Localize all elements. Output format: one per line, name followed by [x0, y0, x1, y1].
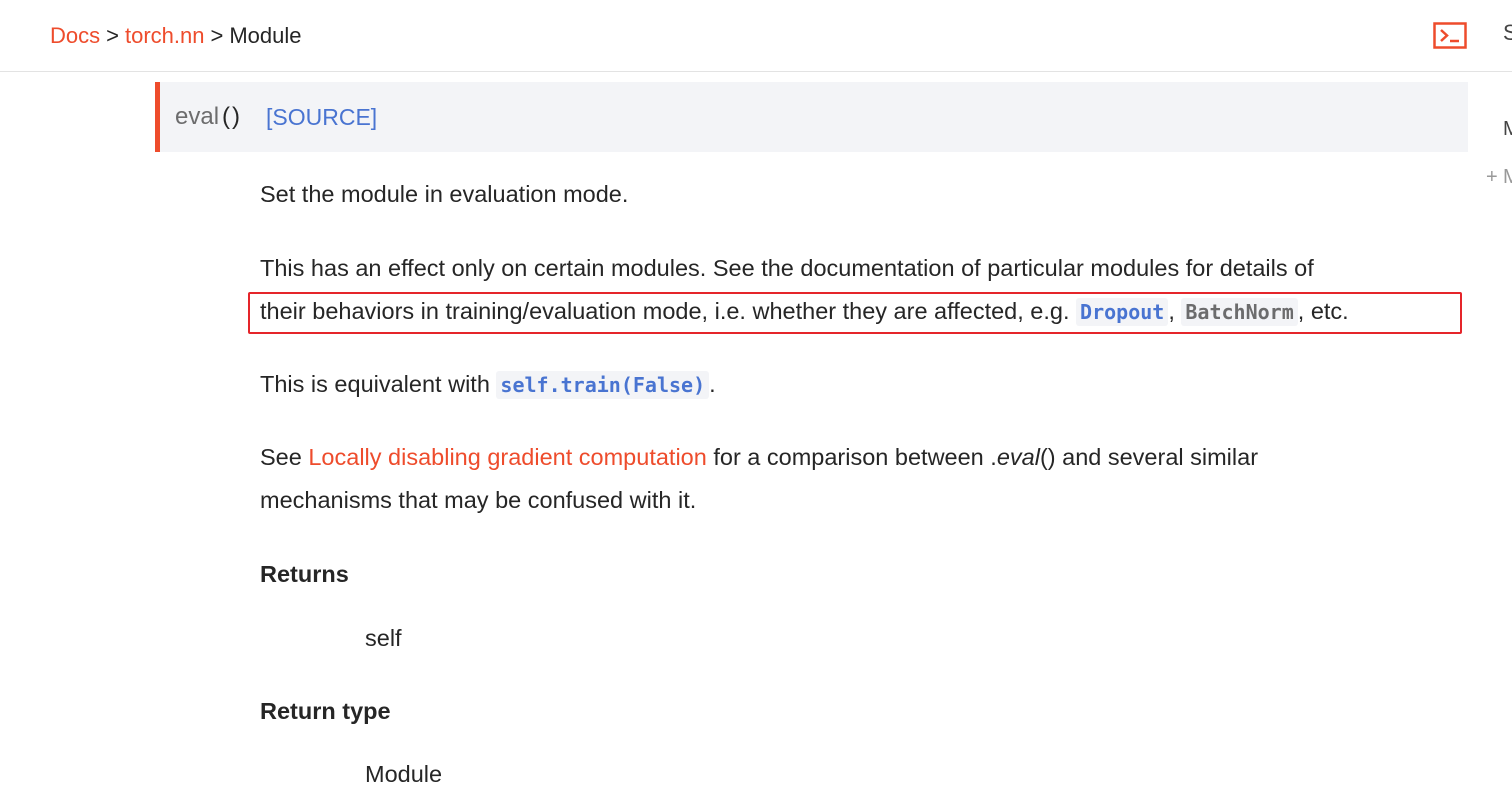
breadcrumb-separator: >: [106, 23, 119, 48]
right-toc-item[interactable]: M: [1503, 118, 1512, 141]
see-also-paragraph: See Locally disabling gradient computati…: [260, 436, 1460, 522]
self-train-code-link[interactable]: self.train(False): [496, 371, 710, 399]
period-text: .: [709, 371, 716, 397]
eval-emphasis: eval: [996, 444, 1040, 470]
method-summary: Set the module in evaluation mode.: [260, 181, 629, 207]
page: Docs > torch.nn > Module S M + M eval() [SOU…: [0, 0, 1512, 800]
mechanisms-text: mechanisms that may be confused with it.: [260, 487, 697, 513]
return-type-label: Return type: [260, 698, 391, 724]
top-header: Docs > torch.nn > Module S: [0, 0, 1512, 72]
source-link[interactable]: [SOURCE]: [266, 102, 377, 132]
method-parens: (): [222, 103, 243, 130]
breadcrumb-torch-nn-link[interactable]: torch.nn: [125, 23, 205, 48]
equivalent-text: This is equivalent with: [260, 371, 490, 397]
effect-line-1: This has an effect only on certain modul…: [260, 255, 1314, 281]
similar-text: () and several similar: [1039, 444, 1259, 470]
right-toc-item[interactable]: M: [1503, 166, 1512, 189]
see-text: See: [260, 444, 302, 470]
equivalent-paragraph: This is equivalent with self.train(False…: [260, 363, 1460, 407]
breadcrumb: Docs > torch.nn > Module: [50, 22, 302, 50]
method-signature: eval() [SOURCE]: [155, 82, 1468, 152]
returns-value: self: [365, 625, 402, 651]
comparison-text: for a comparison between .: [713, 444, 997, 470]
toc-expand-icon[interactable]: +: [1486, 166, 1498, 189]
breadcrumb-docs-link[interactable]: Docs: [50, 23, 100, 48]
module-type-link[interactable]: Module: [365, 761, 442, 788]
method-name: eval(): [175, 103, 243, 130]
breadcrumb-separator: >: [210, 23, 224, 48]
terminal-icon[interactable]: [1433, 22, 1467, 49]
red-highlight-box: [248, 292, 1462, 334]
header-right-cut-text[interactable]: S: [1503, 20, 1512, 46]
locally-disabling-gradient-link[interactable]: Locally disabling gradient computation: [308, 444, 706, 470]
returns-label: Returns: [260, 561, 349, 587]
breadcrumb-current: Module: [229, 23, 302, 48]
